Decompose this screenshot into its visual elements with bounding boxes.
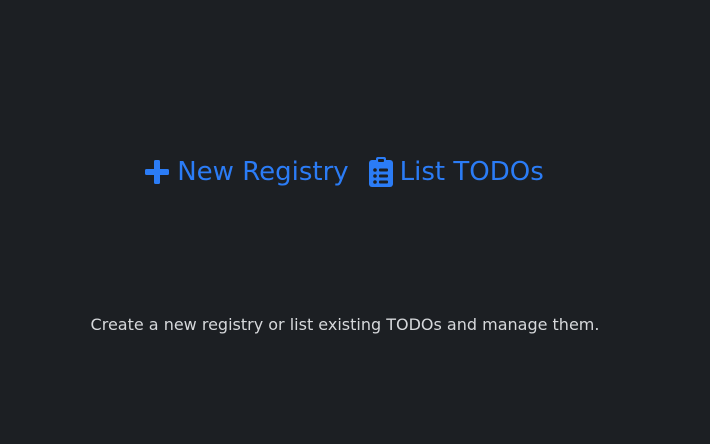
list-todos-link[interactable]: List TODOs — [368, 153, 544, 191]
plus-icon — [144, 159, 170, 185]
page-description: Create a new registry or list existing T… — [90, 315, 600, 334]
new-registry-label: New Registry — [177, 157, 349, 187]
action-links: New Registry List TODOs — [0, 153, 688, 191]
new-registry-link[interactable]: New Registry — [144, 153, 349, 191]
clipboard-list-icon — [368, 157, 393, 187]
list-todos-label: List TODOs — [399, 157, 544, 187]
